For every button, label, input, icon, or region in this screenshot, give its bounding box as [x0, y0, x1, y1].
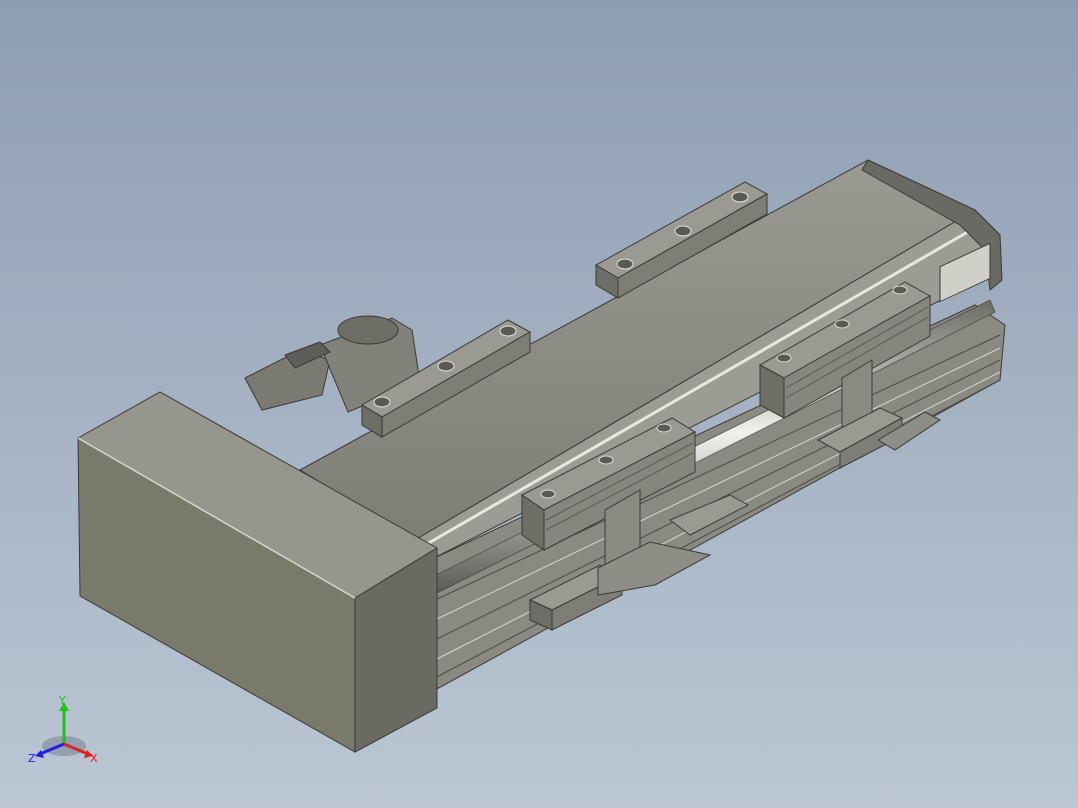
- z-axis-label: Z: [28, 752, 36, 765]
- linear-actuator-model[interactable]: [0, 0, 1078, 808]
- orientation-triad: Y X Z: [28, 696, 98, 765]
- cad-viewport[interactable]: Y X Z: [0, 0, 1078, 808]
- y-axis-label: Y: [58, 696, 66, 707]
- x-axis-label: X: [90, 752, 98, 765]
